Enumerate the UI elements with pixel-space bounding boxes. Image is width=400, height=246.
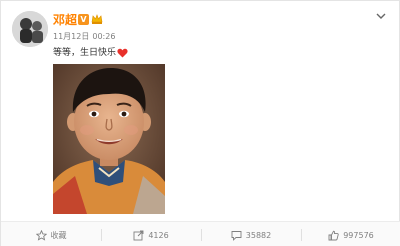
chevron-down-icon[interactable] — [375, 11, 387, 21]
heart-icon — [117, 48, 128, 57]
thumbs-up-icon — [328, 230, 339, 240]
repost-button[interactable]: 4126 — [101, 222, 201, 246]
username[interactable]: 邓超 — [53, 13, 77, 27]
post-meta: 11月12日 00:26 — [53, 32, 118, 42]
post-time: 00:26 — [92, 32, 116, 41]
post-text: 等等，生日快乐 — [53, 48, 117, 58]
post-photo[interactable] — [53, 64, 165, 214]
like-count: 997576 — [343, 230, 374, 240]
repost-icon — [133, 230, 144, 240]
post-text-line: 等等，生日快乐 — [53, 47, 128, 59]
comment-count: 35882 — [245, 230, 272, 240]
favorite-label: 收藏 — [50, 230, 67, 240]
comment-icon — [231, 230, 242, 241]
repost-count: 4126 — [148, 230, 169, 240]
star-icon — [35, 229, 47, 241]
comment-button[interactable]: 35882 — [201, 222, 301, 246]
post-date[interactable]: 11月12日 — [53, 32, 89, 41]
like-button[interactable]: 997576 — [301, 222, 400, 246]
crown-icon — [91, 14, 103, 24]
action-bar: 收藏 4126 35882 997576 — [1, 221, 400, 246]
child-portrait-photo — [53, 64, 165, 214]
verified-icon: V — [78, 14, 89, 25]
weibo-post-card: 邓超 V 11月12日 00:26 等等，生日快乐 收藏 4126 35882 … — [0, 0, 400, 246]
avatar-image — [12, 11, 48, 47]
avatar[interactable] — [12, 11, 48, 47]
favorite-button[interactable]: 收藏 — [1, 222, 101, 246]
